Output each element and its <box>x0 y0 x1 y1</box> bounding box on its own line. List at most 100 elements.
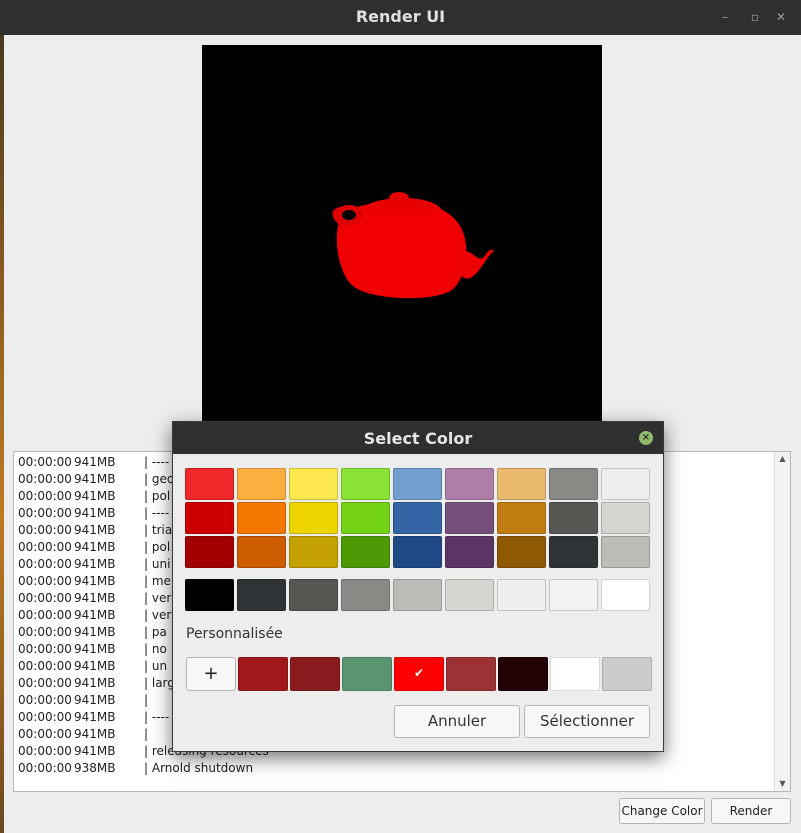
log-memory: 941MB <box>74 523 116 537</box>
log-scrollbar[interactable]: ▲ ▼ <box>774 452 790 791</box>
teapot-spout <box>460 249 494 279</box>
color-swatch[interactable] <box>185 502 234 534</box>
color-swatch[interactable] <box>497 468 546 500</box>
custom-color-swatch[interactable]: ✔ <box>394 657 444 691</box>
change-color-button[interactable]: Change Color <box>619 798 705 824</box>
color-swatch[interactable] <box>601 468 650 500</box>
log-memory: 941MB <box>74 591 116 605</box>
color-swatch[interactable] <box>549 468 598 500</box>
log-message: | pa <box>144 625 167 639</box>
gray-swatch[interactable] <box>445 579 494 611</box>
log-memory: 941MB <box>74 455 116 469</box>
color-swatch[interactable] <box>549 536 598 568</box>
gray-swatch[interactable] <box>289 579 338 611</box>
log-message: | pol <box>144 540 171 554</box>
log-row: 00:00:00 938MB | Arnold shutdown <box>18 760 772 777</box>
color-swatch[interactable] <box>445 536 494 568</box>
log-memory: 941MB <box>74 727 116 741</box>
log-time: 00:00:00 <box>18 455 72 469</box>
log-time: 00:00:00 <box>18 710 72 724</box>
gray-swatch[interactable] <box>341 579 390 611</box>
log-memory: 941MB <box>74 676 116 690</box>
custom-color-swatch[interactable] <box>290 657 340 691</box>
checkmark-icon: ✔ <box>413 666 425 680</box>
log-time: 00:00:00 <box>18 727 72 741</box>
render-viewport <box>202 45 602 445</box>
gray-swatch[interactable] <box>237 579 286 611</box>
log-time: 00:00:00 <box>18 540 72 554</box>
log-message: | <box>144 727 149 741</box>
gray-swatch[interactable] <box>601 579 650 611</box>
color-swatch[interactable] <box>549 502 598 534</box>
log-message: | Arnold shutdown <box>144 761 254 775</box>
color-swatch[interactable] <box>185 536 234 568</box>
scroll-down-icon[interactable]: ▼ <box>775 777 790 791</box>
gray-swatch[interactable] <box>185 579 234 611</box>
log-time: 00:00:00 <box>18 557 72 571</box>
log-memory: 941MB <box>74 557 116 571</box>
log-message: | no <box>144 642 167 656</box>
color-swatch[interactable] <box>445 468 494 500</box>
gray-swatch[interactable] <box>497 579 546 611</box>
color-swatch[interactable] <box>393 468 442 500</box>
color-swatch[interactable] <box>601 502 650 534</box>
color-swatch[interactable] <box>497 536 546 568</box>
log-time: 00:00:00 <box>18 489 72 503</box>
title-bar: Render UI – ▫ ✕ <box>0 0 801 35</box>
color-swatch[interactable] <box>289 502 338 534</box>
log-time: 00:00:00 <box>18 625 72 639</box>
log-memory: 941MB <box>74 659 116 673</box>
color-swatch[interactable] <box>601 536 650 568</box>
color-swatch[interactable] <box>445 502 494 534</box>
color-swatch[interactable] <box>289 468 338 500</box>
color-swatch[interactable] <box>393 502 442 534</box>
color-swatch[interactable] <box>185 468 234 500</box>
color-swatch[interactable] <box>393 536 442 568</box>
close-icon[interactable]: ✕ <box>773 9 789 25</box>
log-memory: 941MB <box>74 574 116 588</box>
color-swatch[interactable] <box>237 502 286 534</box>
render-button[interactable]: Render <box>711 798 791 824</box>
custom-color-swatch[interactable] <box>342 657 392 691</box>
add-custom-color-button[interactable]: + <box>186 657 236 691</box>
custom-color-swatch[interactable] <box>498 657 548 691</box>
scroll-up-icon[interactable]: ▲ <box>775 452 790 466</box>
minimize-icon[interactable]: – <box>717 9 733 25</box>
gray-swatch[interactable] <box>393 579 442 611</box>
log-time: 00:00:00 <box>18 642 72 656</box>
log-message: | ---- <box>144 506 170 520</box>
maximize-icon[interactable]: ▫ <box>747 9 763 25</box>
log-message: | larg <box>144 676 175 690</box>
cancel-button[interactable]: Annuler <box>394 705 520 738</box>
custom-color-swatch[interactable] <box>238 657 288 691</box>
log-time: 00:00:00 <box>18 693 72 707</box>
log-memory: 941MB <box>74 540 116 554</box>
dialog-close-icon[interactable]: × <box>639 431 653 445</box>
log-message: | ver <box>144 608 172 622</box>
color-swatch[interactable] <box>497 502 546 534</box>
log-time: 00:00:00 <box>18 761 72 775</box>
color-swatch[interactable] <box>289 536 338 568</box>
log-memory: 938MB <box>74 761 116 775</box>
log-time: 00:00:00 <box>18 659 72 673</box>
color-swatch[interactable] <box>341 536 390 568</box>
log-message: | me <box>144 574 171 588</box>
gray-swatch[interactable] <box>549 579 598 611</box>
dialog-title: Select Color <box>363 429 473 448</box>
color-swatch[interactable] <box>237 536 286 568</box>
custom-color-swatch[interactable] <box>550 657 600 691</box>
color-swatch[interactable] <box>237 468 286 500</box>
log-message: | uni <box>144 557 171 571</box>
log-memory: 941MB <box>74 608 116 622</box>
color-swatch[interactable] <box>341 502 390 534</box>
custom-colors-label: Personnalisée <box>186 626 283 642</box>
log-memory: 941MB <box>74 710 116 724</box>
log-memory: 941MB <box>74 625 116 639</box>
log-message: | geo <box>144 472 175 486</box>
log-message: | un <box>144 659 168 673</box>
log-memory: 941MB <box>74 693 116 707</box>
custom-color-swatch[interactable] <box>446 657 496 691</box>
color-swatch[interactable] <box>341 468 390 500</box>
custom-color-swatch[interactable] <box>602 657 652 691</box>
select-button[interactable]: Sélectionner <box>524 705 650 738</box>
